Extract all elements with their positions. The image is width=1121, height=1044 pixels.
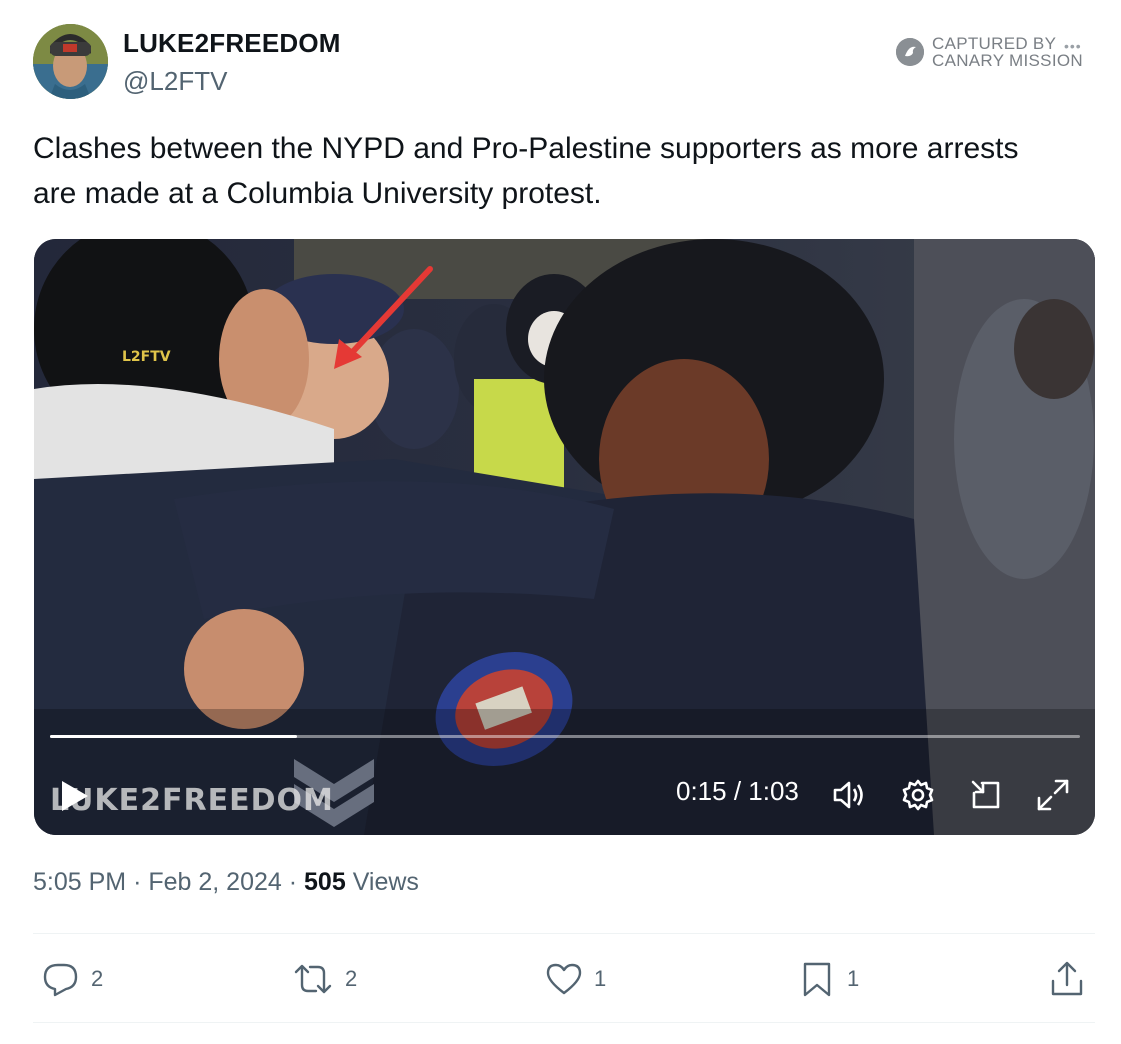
play-icon[interactable] <box>60 779 90 813</box>
cap-logo-text: L2FTV <box>122 349 171 365</box>
tweet-actions: 2 2 1 1 <box>33 955 1095 1003</box>
captured-dots: ••• <box>1064 38 1082 54</box>
user-handle[interactable]: @L2FTV <box>123 66 227 97</box>
share-button[interactable] <box>1047 955 1087 1003</box>
views-label: Views <box>352 868 419 896</box>
user-display-name[interactable]: LUKE2FREEDOM <box>123 28 341 59</box>
heart-icon <box>546 963 582 995</box>
views-count: 505 <box>304 868 346 896</box>
bookmark-button[interactable]: 1 <box>797 955 859 1003</box>
fullscreen-icon[interactable] <box>1035 777 1071 813</box>
meta-separator: · <box>288 868 298 896</box>
like-button[interactable]: 1 <box>544 955 606 1003</box>
video-player[interactable]: L2FTV LUKE2FREEDOM 0:15 / 1:03 <box>34 239 1095 835</box>
share-icon <box>1051 961 1083 996</box>
bookmark-icon <box>803 962 831 997</box>
tweet-header: LUKE2FREEDOM @L2FTV CAPTURED BY CANARY M… <box>33 24 1095 100</box>
captured-badge: CAPTURED BY CANARY MISSION ••• <box>896 34 1096 70</box>
reply-button[interactable]: 2 <box>41 955 103 1003</box>
divider <box>33 933 1095 934</box>
like-count: 1 <box>594 966 607 991</box>
video-time: 0:15 / 1:03 <box>676 776 799 806</box>
avatar[interactable] <box>33 24 108 99</box>
canary-logo-icon <box>896 38 924 66</box>
captured-source: CANARY MISSION <box>932 51 1083 70</box>
tweet-meta: 5:05 PM · Feb 2, 2024 · 505 Views <box>33 868 419 897</box>
tweet-text: Clashes between the NYPD and Pro-Palesti… <box>33 132 1019 210</box>
video-progress-fill <box>50 735 298 738</box>
reply-count: 2 <box>91 966 104 991</box>
video-progress-bar[interactable] <box>50 735 1080 738</box>
retweet-button[interactable]: 2 <box>291 955 357 1003</box>
retweet-count: 2 <box>345 966 358 991</box>
picture-in-picture-icon[interactable] <box>968 777 1004 813</box>
bookmark-count: 1 <box>847 966 860 991</box>
tweet-date[interactable]: Feb 2, 2024 <box>148 868 281 896</box>
retweet-icon <box>294 964 332 994</box>
settings-gear-icon[interactable] <box>900 777 936 813</box>
video-frame: L2FTV <box>34 239 1095 835</box>
volume-icon[interactable] <box>831 777 867 813</box>
tweet-time[interactable]: 5:05 PM <box>33 868 126 896</box>
reply-icon <box>43 963 78 997</box>
meta-separator: · <box>133 868 142 896</box>
video-watermark: LUKE2FREEDOM <box>50 783 334 818</box>
divider <box>33 1022 1095 1023</box>
